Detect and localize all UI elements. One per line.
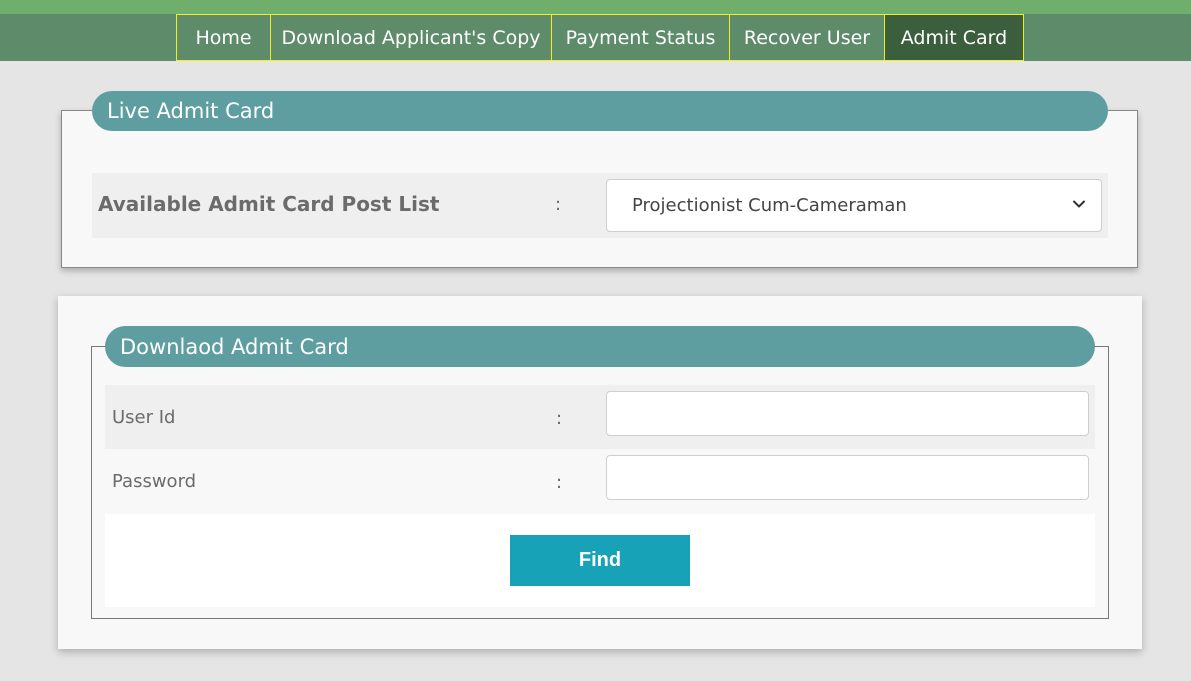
user-id-label: User Id — [112, 407, 176, 428]
main-navbar: Home Download Applicant's Copy Payment S… — [0, 14, 1191, 61]
post-list-separator: : — [555, 194, 562, 215]
post-list-select[interactable]: Projectionist Cum-Cameraman — [606, 179, 1102, 232]
nav-item-home[interactable]: Home — [176, 14, 271, 61]
nav-item-recover-user[interactable]: Recover User — [729, 14, 885, 61]
password-separator: : — [556, 472, 563, 493]
chevron-down-icon — [1073, 200, 1085, 208]
nav-item-download-applicants-copy[interactable]: Download Applicant's Copy — [270, 14, 552, 61]
user-id-row: User Id : — [105, 385, 1095, 449]
password-label: Password — [112, 471, 197, 492]
post-list-selected-value: Projectionist Cum-Cameraman — [632, 195, 907, 216]
password-row: Password : — [105, 449, 1095, 513]
find-button-row: Find — [105, 514, 1095, 607]
nav-item-payment-status[interactable]: Payment Status — [551, 14, 730, 61]
find-button[interactable]: Find — [510, 535, 690, 586]
nav-list: Home Download Applicant's Copy Payment S… — [176, 14, 1024, 61]
password-input[interactable] — [606, 455, 1089, 500]
post-list-label: Available Admit Card Post List — [98, 192, 440, 216]
live-admit-card-title: Live Admit Card — [92, 91, 1108, 131]
user-id-separator: : — [556, 408, 563, 429]
user-id-input[interactable] — [606, 391, 1089, 436]
nav-item-admit-card[interactable]: Admit Card — [884, 14, 1024, 61]
download-admit-card-title: Downlaod Admit Card — [105, 326, 1095, 367]
post-list-row: Available Admit Card Post List : Project… — [92, 173, 1108, 238]
top-accent-strip — [0, 0, 1191, 14]
